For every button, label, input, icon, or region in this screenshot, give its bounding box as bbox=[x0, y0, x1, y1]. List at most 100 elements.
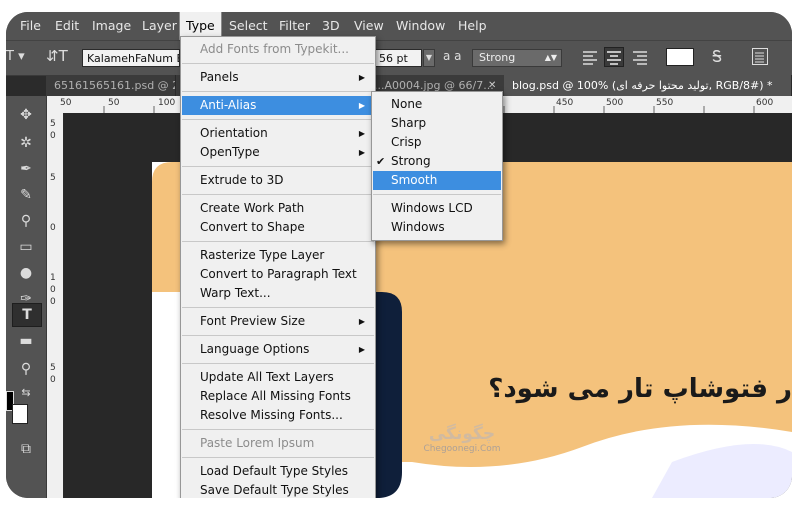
menu-help[interactable]: Help bbox=[452, 12, 493, 40]
ruler-top-label: 450 bbox=[556, 98, 574, 108]
type-tool-icon[interactable]: T bbox=[12, 303, 42, 327]
eyedropper-tool-icon[interactable]: ✒ bbox=[12, 158, 40, 180]
menu-separator bbox=[182, 119, 374, 120]
tab-document-active-label: blog.psd @ 100% (تولید محتوا حرفه ای, RG… bbox=[512, 79, 773, 92]
menu-image[interactable]: Image bbox=[86, 12, 137, 40]
text-color-swatch[interactable] bbox=[666, 48, 694, 66]
warp-text-icon[interactable]: Ꭶ bbox=[712, 47, 722, 67]
ruler-left-label: 5 bbox=[50, 363, 56, 373]
checkmark-icon: ✔ bbox=[376, 155, 386, 168]
menu-item-label: Orientation bbox=[200, 126, 268, 140]
ruler-left-label: 5 bbox=[50, 173, 56, 183]
document-headline: ر فتوشاپ تار می شود؟ bbox=[488, 374, 792, 404]
type-menu-item-load-default-type-styles[interactable]: Load Default Type Styles bbox=[182, 462, 374, 481]
type-menu-item-resolve-missing-fonts[interactable]: Resolve Missing Fonts... bbox=[182, 406, 374, 425]
anti-alias-select[interactable]: Strong ▲▼ bbox=[472, 49, 562, 67]
align-left-icon[interactable] bbox=[582, 50, 598, 65]
text-orientation-icon[interactable]: ⇵T bbox=[46, 47, 68, 65]
menu-item-label: Update All Text Layers bbox=[200, 370, 334, 384]
menu-separator bbox=[182, 363, 374, 364]
anti-alias-option-windows-lcd[interactable]: Windows LCD bbox=[373, 199, 501, 218]
menu-item-label: Resolve Missing Fonts... bbox=[200, 408, 343, 422]
brush-tool-icon[interactable]: ✎ bbox=[12, 184, 40, 206]
type-menu-item-save-default-type-styles[interactable]: Save Default Type Styles bbox=[182, 481, 374, 498]
move-tool-icon[interactable]: ✥ bbox=[12, 104, 40, 126]
type-menu-item-convert-to-shape[interactable]: Convert to Shape bbox=[182, 218, 374, 237]
ruler-top-label: 550 bbox=[656, 98, 674, 108]
submenu-arrow-icon: ▶ bbox=[358, 129, 365, 138]
type-menu-item-anti-alias[interactable]: Anti-Alias ▶ bbox=[182, 96, 374, 115]
type-menu-item-orientation[interactable]: Orientation ▶ bbox=[182, 124, 374, 143]
menu-item-label: Replace All Missing Fonts bbox=[200, 389, 351, 403]
type-tool-preset-icon[interactable]: T ▾ bbox=[6, 49, 25, 64]
menu-separator bbox=[182, 166, 374, 167]
anti-alias-option-smooth[interactable]: Smooth bbox=[373, 171, 501, 190]
menu-item-label: None bbox=[391, 97, 423, 111]
type-menu-item-update-all-text-layers[interactable]: Update All Text Layers bbox=[182, 368, 374, 387]
anti-alias-icon: a a bbox=[443, 49, 462, 63]
watermark-name: چگونگی bbox=[428, 424, 496, 444]
type-menu-item-replace-all-missing-fonts[interactable]: Replace All Missing Fonts bbox=[182, 387, 374, 406]
ruler-left-label: 0 bbox=[50, 223, 56, 233]
type-menu-item-panels[interactable]: Panels ▶ bbox=[182, 68, 374, 87]
tab-document-active[interactable]: blog.psd @ 100% (تولید محتوا حرفه ای, RG… bbox=[504, 75, 792, 96]
menu-separator bbox=[182, 194, 374, 195]
options-bar: T ▾ ⇵T KalamehFaNum Black 56 pt ▼ a a St… bbox=[6, 40, 792, 76]
anti-alias-option-strong[interactable]: ✔ Strong bbox=[373, 152, 501, 171]
menu-separator bbox=[182, 307, 374, 308]
menu-item-label: Windows bbox=[391, 220, 445, 234]
align-right-icon[interactable] bbox=[632, 50, 648, 65]
dodge-tool-icon[interactable]: ● bbox=[12, 262, 40, 284]
type-menu-item-warp-text[interactable]: Warp Text... bbox=[182, 284, 374, 303]
magic-wand-tool-icon[interactable]: ✲ bbox=[12, 132, 40, 154]
chevron-down-icon: ▲▼ bbox=[544, 53, 557, 62]
font-size-dropdown-arrow[interactable]: ▼ bbox=[423, 49, 435, 67]
ruler-left-label: 5 bbox=[50, 119, 56, 129]
menu-window[interactable]: Window bbox=[390, 12, 451, 40]
menu-item-label: Rasterize Type Layer bbox=[200, 248, 325, 262]
anti-alias-value: Strong bbox=[479, 51, 516, 64]
anti-alias-option-crisp[interactable]: Crisp bbox=[373, 133, 501, 152]
background-color-swatch[interactable] bbox=[12, 404, 28, 424]
type-menu-item-font-preview-size[interactable]: Font Preview Size ▶ bbox=[182, 312, 374, 331]
eraser-tool-icon[interactable]: ▭ bbox=[12, 236, 40, 258]
ruler-top-label: 50 bbox=[60, 98, 72, 108]
type-menu-item-convert-to-paragraph-text[interactable]: Convert to Paragraph Text bbox=[182, 265, 374, 284]
type-menu-item-language-options[interactable]: Language Options ▶ bbox=[182, 340, 374, 359]
type-menu-item-rasterize-type-layer[interactable]: Rasterize Type Layer bbox=[182, 246, 374, 265]
ruler-left-label: 1 bbox=[50, 273, 56, 283]
ruler-top-label: 500 bbox=[606, 98, 624, 108]
menu-file[interactable]: File bbox=[14, 12, 47, 40]
character-panel-icon[interactable] bbox=[752, 48, 768, 65]
align-center-icon[interactable] bbox=[604, 47, 624, 67]
menu-item-label: Anti-Alias bbox=[200, 98, 257, 112]
anti-alias-option-sharp[interactable]: Sharp bbox=[373, 114, 501, 133]
menu-item-label: Panels bbox=[200, 70, 239, 84]
watermark: چگونگی Chegoonegi.Com bbox=[414, 424, 510, 474]
rectangle-tool-icon[interactable]: ▬ bbox=[12, 330, 40, 352]
menu-item-label: Extrude to 3D bbox=[200, 173, 284, 187]
menu-item-label: Add Fonts from Typekit... bbox=[200, 42, 349, 56]
menu-item-label: Load Default Type Styles bbox=[200, 464, 349, 478]
swap-colors-icon[interactable]: ⇆ bbox=[12, 382, 40, 404]
menu-separator bbox=[182, 63, 374, 64]
menu-item-label: Windows LCD bbox=[391, 201, 473, 215]
menu-edit[interactable]: Edit bbox=[49, 12, 85, 40]
menu-item-label: Smooth bbox=[391, 173, 438, 187]
screen-mode-icon[interactable]: ⧉ bbox=[12, 438, 40, 460]
submenu-arrow-icon: ▶ bbox=[358, 101, 365, 110]
anti-alias-submenu: None Sharp Crisp ✔ Strong Smooth Windows LCD Wi… bbox=[371, 91, 503, 241]
font-family-field[interactable]: KalamehFaNum Black bbox=[82, 49, 180, 67]
type-menu-item-extrude-to-3d[interactable]: Extrude to 3D bbox=[182, 171, 374, 190]
tab-document-1[interactable]: 65161565161.psd @ 25%... bbox=[46, 75, 176, 96]
type-menu-item-opentype[interactable]: OpenType ▶ bbox=[182, 143, 374, 162]
menu-separator bbox=[182, 241, 374, 242]
zoom-tool-icon[interactable]: ⚲ bbox=[12, 358, 40, 380]
type-menu-item-create-work-path[interactable]: Create Work Path bbox=[182, 199, 374, 218]
font-size-field[interactable]: 56 pt bbox=[374, 49, 422, 67]
clone-stamp-tool-icon[interactable]: ⚲ bbox=[12, 210, 40, 232]
menu-layer[interactable]: Layer bbox=[136, 12, 183, 40]
anti-alias-option-none[interactable]: None bbox=[373, 95, 501, 114]
menu-separator bbox=[182, 91, 374, 92]
anti-alias-option-windows[interactable]: Windows bbox=[373, 218, 501, 237]
